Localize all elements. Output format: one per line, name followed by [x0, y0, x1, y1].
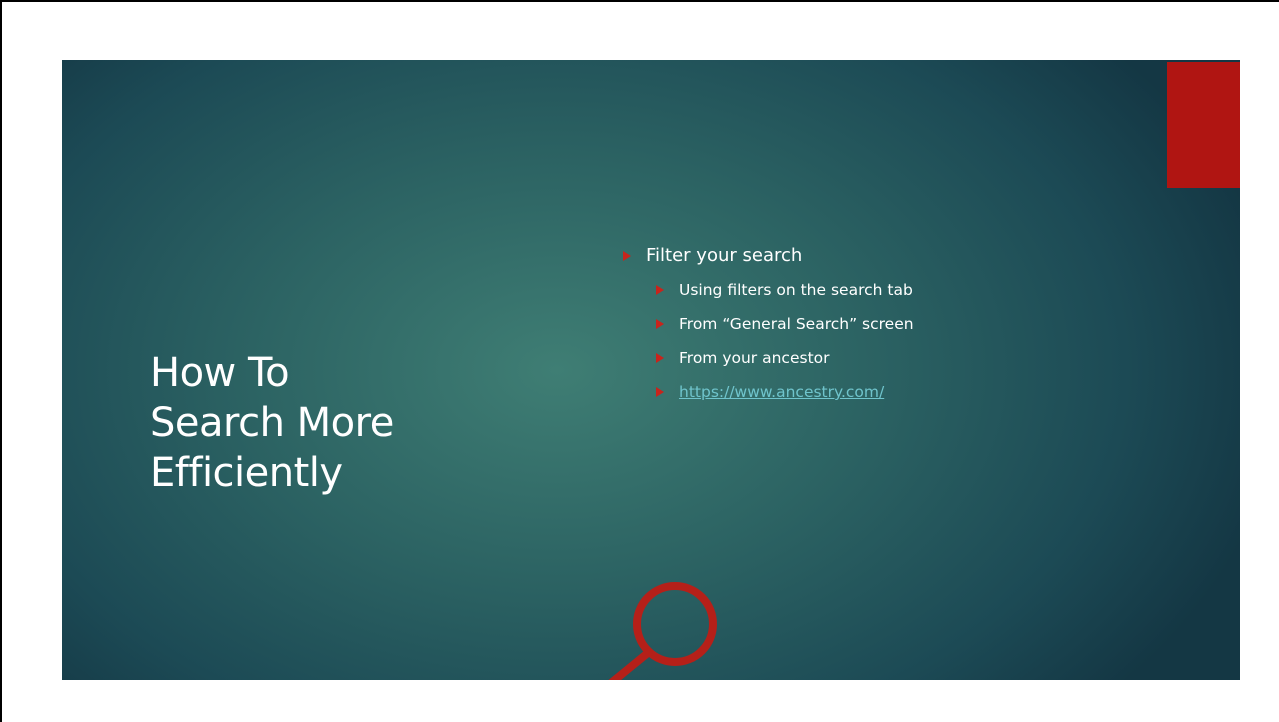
slide-title: How To Search More Efficiently	[150, 348, 530, 498]
arrow-bullet-icon	[656, 353, 664, 363]
sub-bullet-text: From your ancestor	[679, 349, 830, 367]
sub-bullet-item-filters: Using filters on the search tab	[623, 278, 1143, 302]
bullet-text: Filter your search	[646, 245, 803, 266]
arrow-bullet-icon	[623, 251, 631, 261]
title-line-3: Efficiently	[150, 450, 343, 496]
slide: How To Search More Efficiently Filter yo…	[62, 60, 1240, 680]
title-line-2: Search More	[150, 400, 394, 446]
sub-bullet-item-link: https://www.ancestry.com/	[623, 380, 1143, 404]
arrow-bullet-icon	[656, 285, 664, 295]
page-frame: How To Search More Efficiently Filter yo…	[0, 0, 1279, 722]
bullet-list: Filter your search Using filters on the …	[623, 242, 1143, 414]
accent-bar	[1167, 62, 1240, 188]
sub-bullet-item-general-search: From “General Search” screen	[623, 312, 1143, 336]
sub-bullet-item-ancestor: From your ancestor	[623, 346, 1143, 370]
bullet-item-filter: Filter your search	[623, 242, 1143, 270]
sub-bullet-text: Using filters on the search tab	[679, 281, 913, 299]
ancestry-link[interactable]: https://www.ancestry.com/	[679, 383, 884, 401]
title-line-1: How To	[150, 350, 290, 396]
arrow-bullet-icon	[656, 387, 664, 397]
magnifying-glass-icon	[608, 582, 717, 680]
sub-bullet-text: From “General Search” screen	[679, 315, 914, 333]
arrow-bullet-icon	[656, 319, 664, 329]
